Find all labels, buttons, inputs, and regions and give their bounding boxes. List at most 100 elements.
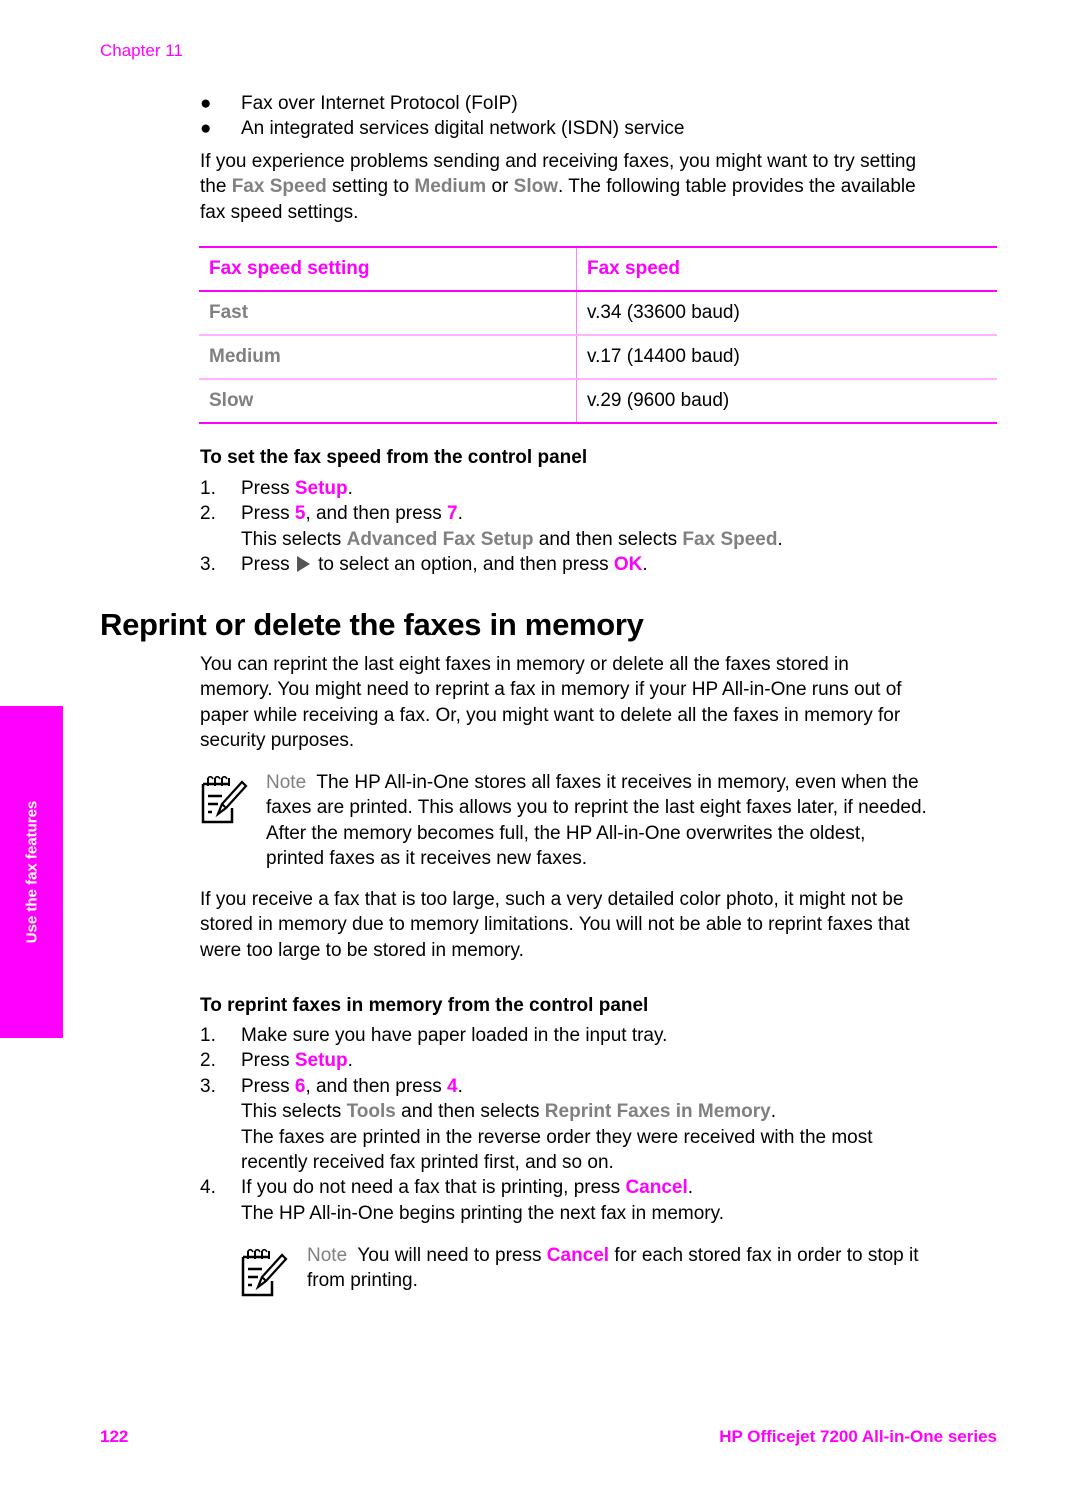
text: . <box>642 554 648 576</box>
step-item: 3. Press 6, and then press 4. This selec… <box>200 1074 1000 1176</box>
menu-ref-advanced-fax-setup: Advanced Fax Setup <box>346 528 534 550</box>
note-text: Note You will need to press Cancel for e… <box>307 1243 1000 1294</box>
step-item: 3. Press to select an option, and then p… <box>200 552 1000 577</box>
key-6: 6 <box>294 1075 306 1097</box>
menu-ref-tools: Tools <box>346 1101 396 1123</box>
bullet-text: An integrated services digital network (… <box>241 118 685 140</box>
key-4: 4 <box>446 1075 458 1097</box>
paragraph-large-faxes: If you receive a fax that is too large, … <box>200 887 1000 963</box>
step-number: 2. <box>200 1050 216 1072</box>
text: for each stored fax in order to stop it <box>609 1245 919 1266</box>
page-number: 122 <box>100 1427 129 1446</box>
text-line: security purposes. <box>200 730 355 752</box>
menu-ref-fax-speed: Fax Speed <box>231 176 327 198</box>
text: Press <box>241 554 295 576</box>
text-line: fax speed settings. <box>200 201 359 223</box>
text: . <box>770 1101 777 1123</box>
text: This selects <box>241 528 347 550</box>
text-line: were too large to be stored in memory. <box>200 939 524 961</box>
text: setting to <box>326 176 415 198</box>
step-item: 2. Press 5, and then press 7. This selec… <box>200 501 1000 552</box>
text: This selects <box>241 1101 347 1123</box>
step-item: 1. Make sure you have paper loaded in th… <box>200 1023 1000 1048</box>
list-item: ● Fax over Internet Protocol (FoIP) <box>200 91 1000 116</box>
key-cancel: Cancel <box>625 1177 688 1199</box>
text: . The following table provides the avail… <box>558 176 916 198</box>
text: Press <box>241 1050 295 1072</box>
step-number: 1. <box>200 1025 216 1046</box>
text-line: The HP All-in-One begins printing the ne… <box>241 1202 724 1224</box>
setting-cell: Fast <box>199 291 577 335</box>
setting-cell: Slow <box>199 379 577 423</box>
step-number: 2. <box>200 503 216 525</box>
text-line: printed faxes as it receives new faxes. <box>266 848 588 870</box>
procedure-title: To reprint faxes in memory from the cont… <box>200 995 649 1016</box>
text-line: Note You will need to press Cancel for e… <box>307 1243 1000 1268</box>
text: . <box>457 1075 463 1097</box>
step-item: 1. Press Setup. <box>200 476 1000 501</box>
fax-speed-table: Fax speed setting Fax speed Fast v.34 (3… <box>199 246 997 424</box>
section-paragraph: You can reprint the last eight faxes in … <box>200 652 1000 754</box>
text-line: You can reprint the last eight faxes in … <box>200 654 849 675</box>
bullet-text: Fax over Internet Protocol (FoIP) <box>241 93 518 114</box>
note-text: Note The HP All-in-One stores all faxes … <box>266 770 1000 872</box>
text-line: memory. You might need to reprint a fax … <box>200 679 902 701</box>
bullet-icon: ● <box>200 93 212 114</box>
speed-cell: v.29 (9600 baud) <box>587 390 730 411</box>
speed-cell: v.34 (33600 baud) <box>587 302 740 323</box>
text-line: After the memory becomes full, the HP Al… <box>266 822 866 844</box>
key-setup: Setup <box>294 1050 348 1072</box>
list-item: ● An integrated services digital network… <box>200 116 1000 141</box>
table-row: Medium v.17 (14400 baud) <box>199 335 997 379</box>
text: . <box>457 503 463 525</box>
table-header-row: Fax speed setting Fax speed <box>199 247 997 291</box>
note-label: Note <box>307 1245 348 1266</box>
text: You will need to press <box>347 1245 547 1266</box>
text: to select an option, and then press <box>312 554 614 576</box>
menu-ref-medium: Medium <box>414 176 487 198</box>
step-item: 4. If you do not need a fax that is prin… <box>200 1175 1000 1226</box>
step-item: 2. Press Setup. <box>200 1048 1000 1073</box>
note-pencil-icon <box>201 775 248 824</box>
bullet-icon: ● <box>200 118 212 140</box>
setting-cell: Medium <box>199 335 577 379</box>
column-header-setting: Fax speed setting <box>199 247 577 291</box>
step-number: 1. <box>200 478 216 499</box>
procedure-steps: 1. Press Setup. 2. Press 5, and then pre… <box>200 476 1000 578</box>
text: . <box>347 478 353 499</box>
text-line: Note The HP All-in-One stores all faxes … <box>266 770 1000 795</box>
note-pencil-icon <box>241 1248 288 1297</box>
text: and then selects <box>533 528 683 550</box>
step-number: 3. <box>200 1075 216 1097</box>
text-line: recently received fax printed first, and… <box>241 1151 614 1173</box>
footer-product-title: HP Officejet 7200 All-in-One series <box>719 1427 997 1446</box>
text: The HP All-in-One stores all faxes it re… <box>306 772 919 793</box>
text: the <box>200 176 232 198</box>
table-row: Slow v.29 (9600 baud) <box>199 379 997 423</box>
text-line: If you receive a fax that is too large, … <box>200 889 904 910</box>
key-ok: OK <box>613 554 643 576</box>
text: . <box>687 1177 694 1199</box>
text: . <box>777 528 783 550</box>
procedure-title: To set the fax speed from the control pa… <box>200 447 588 468</box>
section-heading: Reprint or delete the faxes in memory <box>100 607 644 642</box>
key-5: 5 <box>294 503 306 525</box>
speed-cell: v.17 (14400 baud) <box>587 346 740 367</box>
side-tab-label: Use the fax features <box>23 800 40 944</box>
menu-ref-reprint-faxes: Reprint Faxes in Memory <box>544 1101 771 1123</box>
key-7: 7 <box>446 503 458 525</box>
text: , and then press <box>305 503 447 525</box>
text-line: The faxes are printed in the reverse ord… <box>241 1126 873 1148</box>
text-line: If you experience problems sending and r… <box>200 151 917 172</box>
step-number: 4. <box>200 1177 216 1199</box>
procedure-steps: 1. Make sure you have paper loaded in th… <box>200 1023 1000 1226</box>
text-line: the Fax Speed setting to Medium or Slow.… <box>200 174 1000 199</box>
text: or <box>486 176 514 198</box>
text-line: faxes are printed. This allows you to re… <box>266 797 927 819</box>
right-arrow-icon <box>296 556 310 573</box>
menu-ref-fax-speed: Fax Speed <box>682 528 778 550</box>
step-text: Make sure you have paper loaded in the i… <box>241 1025 668 1046</box>
column-header-speed: Fax speed <box>587 258 680 279</box>
chapter-label: Chapter 11 <box>100 41 183 60</box>
table-row: Fast v.34 (33600 baud) <box>199 291 997 335</box>
